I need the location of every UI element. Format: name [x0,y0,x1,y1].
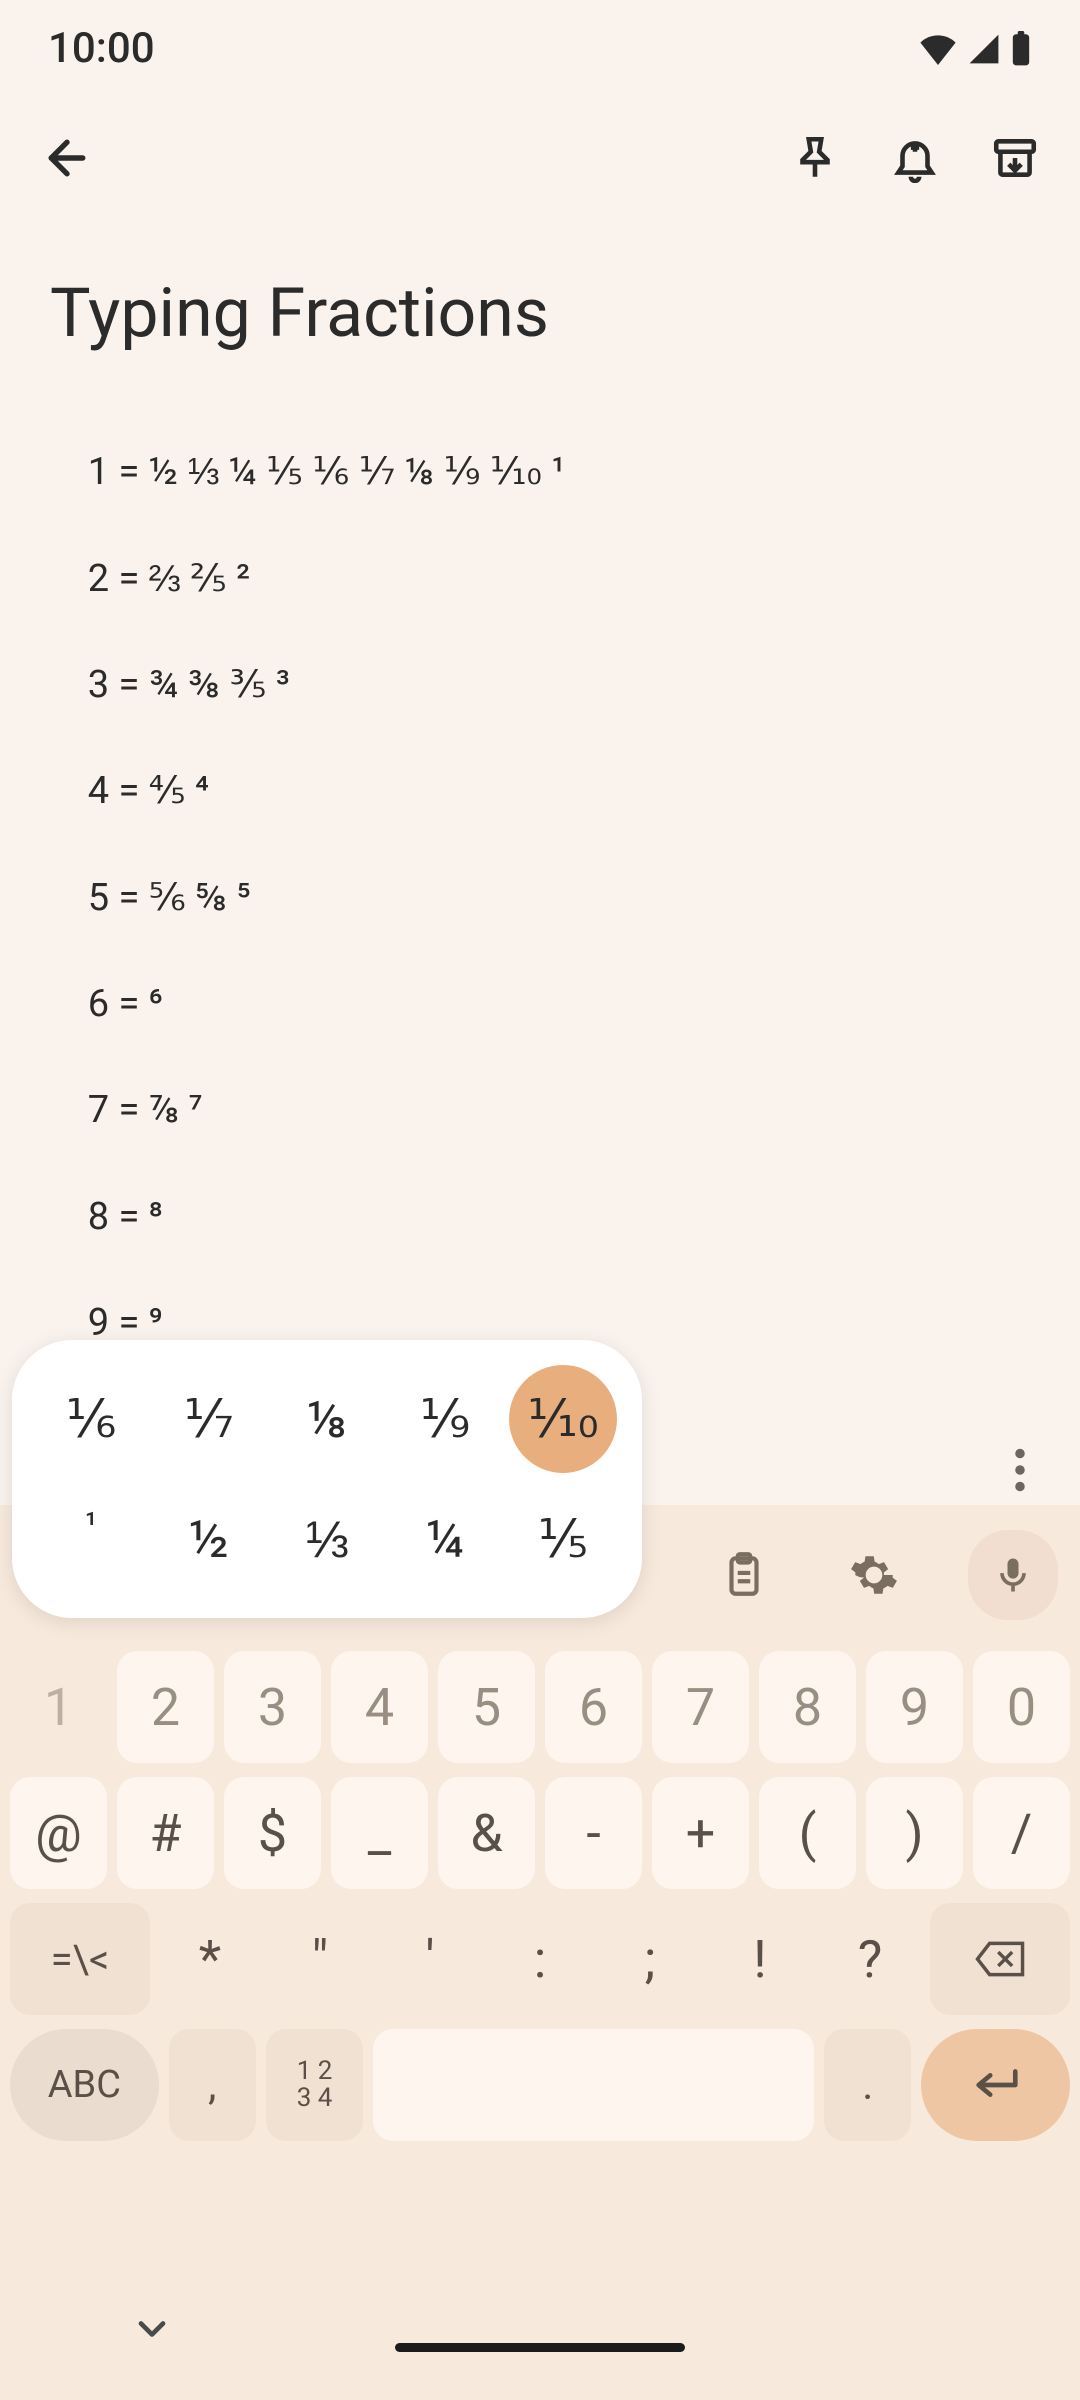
key-backspace[interactable] [930,1903,1070,2015]
keyboard-row-4: ABC , 1 2 3 4 . [10,2029,1070,2141]
key-enter[interactable] [921,2029,1070,2141]
cellular-icon [966,33,1002,65]
key-lparen[interactable]: ( [759,1777,856,1889]
popup-option-one-sixth[interactable]: ⅙ [37,1365,145,1473]
key-9[interactable]: 9 [866,1651,963,1763]
popup-option-superscript-one[interactable]: ¹ [37,1485,145,1593]
note-line: 8 = ⁸ [88,1195,163,1239]
nav-handle[interactable] [395,2343,685,2352]
key-more-symbols[interactable]: =\< [10,1903,150,2015]
popup-option-one-ninth[interactable]: ⅑ [391,1365,499,1473]
key-2[interactable]: 2 [117,1651,214,1763]
key-4[interactable]: 4 [331,1651,428,1763]
key-semicolon[interactable]: ; [600,1903,700,2015]
keyboard-row-2: @ # $ _ & - + ( ) / [10,1777,1070,1889]
key-period[interactable]: . [824,2029,911,2141]
note-line: 5 = ⅚ ⅝ ⁵ [88,876,251,920]
key-ampersand[interactable]: & [438,1777,535,1889]
key-underscore[interactable]: _ [331,1777,428,1889]
back-button[interactable] [40,131,94,185]
key-rparen[interactable]: ) [866,1777,963,1889]
clipboard-button[interactable] [708,1539,780,1611]
note-line: 1 = ½ ⅓ ¼ ⅕ ⅙ ⅐ ⅛ ⅑ ⅒ ¹ [88,450,565,494]
key-dollar[interactable]: $ [224,1777,321,1889]
archive-button[interactable] [990,133,1040,183]
note-line: 7 = ⅞ ⁷ [88,1088,203,1132]
key-comma[interactable]: , [169,2029,256,2141]
app-bar [0,93,1080,223]
note-title[interactable]: Typing Fractions [50,273,1030,353]
note-line: 4 = ⅘ ⁴ [88,769,209,813]
key-7[interactable]: 7 [652,1651,749,1763]
key-colon[interactable]: : [490,1903,590,2015]
popup-option-one-seventh[interactable]: ⅐ [155,1365,263,1473]
popup-option-one-quarter[interactable]: ¼ [391,1485,499,1593]
key-numpad-label: 1 2 3 4 [297,2058,333,2113]
key-exclaim[interactable]: ! [710,1903,810,2015]
key-hash[interactable]: # [117,1777,214,1889]
key-plus[interactable]: + [652,1777,749,1889]
note-line: 3 = ¾ ⅜ ⅗ ³ [88,663,290,707]
key-minus[interactable]: - [545,1777,642,1889]
voice-input-button[interactable] [968,1530,1058,1620]
note-line: 2 = ⅔ ⅖ ² [88,557,250,601]
note-line: 6 = ⁶ [88,982,163,1026]
popup-option-one-tenth[interactable]: ⅒ [509,1365,617,1473]
popup-row: ¹ ½ ⅓ ¼ ⅕ [32,1485,622,1593]
key-3[interactable]: 3 [224,1651,321,1763]
battery-icon [1010,31,1032,67]
popup-option-one-fifth[interactable]: ⅕ [509,1485,617,1593]
settings-button[interactable] [838,1539,910,1611]
keyboard-row-1: 1 2 3 4 5 6 7 8 9 0 [10,1651,1070,1763]
key-slash[interactable]: / [973,1777,1070,1889]
collapse-keyboard-button[interactable] [130,2307,174,2355]
key-single-quote[interactable]: ' [380,1903,480,2015]
popup-option-one-eighth[interactable]: ⅛ [273,1365,381,1473]
keyboard: 1 2 3 4 5 6 7 8 9 0 @ # $ _ & - + ( ) / … [0,1645,1080,2400]
popup-option-one-third[interactable]: ⅓ [273,1485,381,1593]
popup-option-one-half[interactable]: ½ [155,1485,263,1593]
popup-row: ⅙ ⅐ ⅛ ⅑ ⅒ [32,1365,622,1473]
key-5[interactable]: 5 [438,1651,535,1763]
wifi-icon [918,33,958,65]
status-bar: 10:00 [0,0,1080,93]
key-asterisk[interactable]: * [160,1903,260,2015]
reminder-button[interactable] [890,133,940,183]
key-question[interactable]: ? [820,1903,920,2015]
keyboard-row-3: =\< * " ' : ; ! ? [10,1903,1070,2015]
note-line: 9 = ⁹ [88,1301,163,1345]
character-popup: ⅙ ⅐ ⅛ ⅑ ⅒ ¹ ½ ⅓ ¼ ⅕ [12,1340,642,1618]
key-8[interactable]: 8 [759,1651,856,1763]
key-1[interactable]: 1 [10,1651,107,1763]
key-at[interactable]: @ [10,1777,107,1889]
pin-button[interactable] [790,133,840,183]
key-numpad[interactable]: 1 2 3 4 [266,2029,363,2141]
key-6[interactable]: 6 [545,1651,642,1763]
navigation-bar [0,2295,1080,2400]
key-0[interactable]: 0 [973,1651,1070,1763]
key-double-quote[interactable]: " [270,1903,370,2015]
key-abc[interactable]: ABC [10,2029,159,2141]
status-icons [918,31,1032,67]
key-space[interactable] [373,2029,814,2141]
status-time: 10:00 [48,24,155,73]
